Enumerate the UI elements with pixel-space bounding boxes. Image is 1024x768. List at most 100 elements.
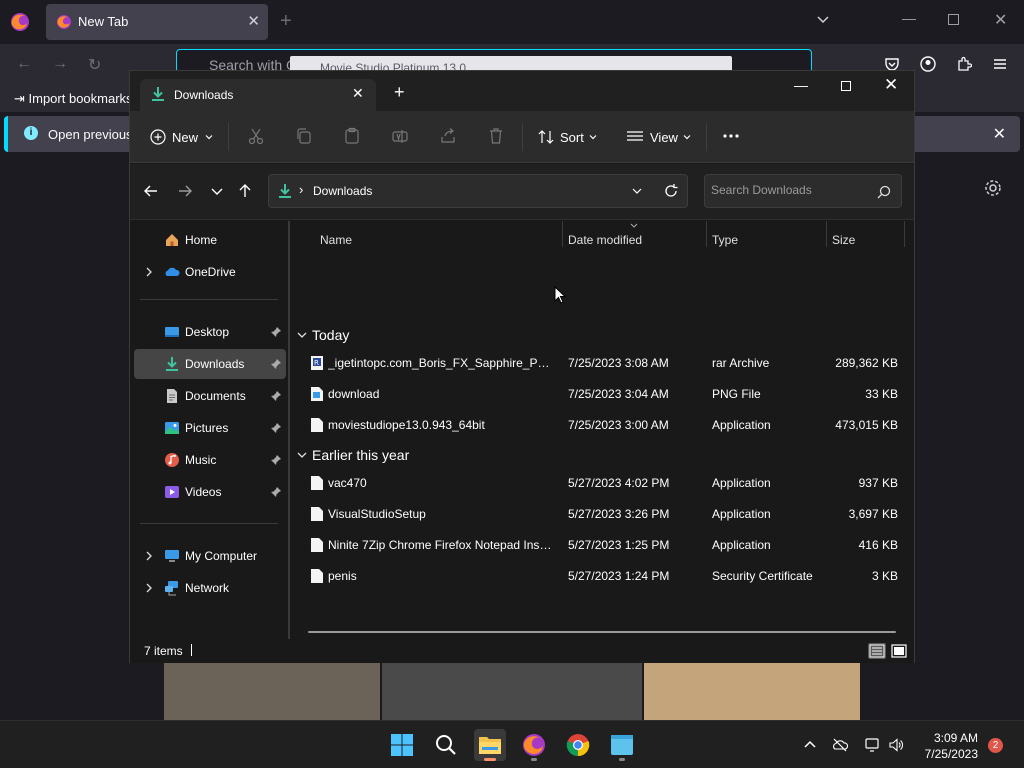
group-header-today[interactable]: Today [296,325,349,345]
chevron-right-icon[interactable] [144,551,154,561]
column-header-date[interactable]: Date modified [568,233,642,247]
column-divider[interactable] [706,221,707,247]
close-tab-icon[interactable]: ✕ [352,85,364,102]
import-bookmarks-link[interactable]: ⇥ Import bookmarks... [14,91,143,107]
maximize-icon[interactable] [841,81,851,91]
chevron-down-icon[interactable] [631,185,643,197]
refresh-icon[interactable] [663,183,679,199]
file-row[interactable]: moviestudiope13.0.943_64bit 7/25/2023 3:… [300,410,904,440]
copy-icon[interactable] [295,127,313,145]
back-icon[interactable]: ← [16,55,32,73]
share-icon[interactable] [439,127,457,145]
menu-icon[interactable] [992,56,1008,72]
browser-restore-icon[interactable] [948,14,959,25]
forward-icon[interactable]: → [52,55,68,73]
more-options-icon[interactable] [722,127,740,145]
explorer-tab-downloads[interactable]: Downloads ✕ [140,79,376,111]
reload-icon[interactable]: ↻ [88,55,101,75]
delete-icon[interactable] [487,127,505,145]
sidebar-item-home[interactable]: Home [134,225,286,255]
address-bar[interactable]: › Downloads [268,174,688,208]
sidebar-item-documents[interactable]: Documents [134,381,286,411]
firefox-logo-icon[interactable] [10,12,30,32]
sidebar-item-videos[interactable]: Videos [134,477,286,507]
gear-icon[interactable] [983,178,1003,198]
file-row[interactable]: penis 5/27/2023 1:24 PM Security Certifi… [300,561,904,591]
sidebar-item-desktop[interactable]: Desktop [134,317,286,347]
paste-icon[interactable] [343,127,361,145]
search-input[interactable] [711,183,871,197]
forward-icon[interactable] [176,182,194,200]
pin-icon[interactable] [270,390,282,402]
column-header-size[interactable]: Size [832,233,855,247]
column-header-type[interactable]: Type [712,233,738,247]
back-icon[interactable] [142,182,160,200]
cloud-off-icon[interactable] [832,737,848,753]
browser-minimize-icon[interactable]: — [902,10,916,26]
clock-time[interactable]: 3:09 AM [932,731,978,745]
browser-tab-new-tab[interactable]: New Tab ✕ [46,4,268,40]
notification-badge[interactable]: 2 [988,738,1003,753]
view-button[interactable]: View [626,125,698,149]
sidebar-item-music[interactable]: Music [134,445,286,475]
column-divider[interactable] [562,221,563,247]
new-tab-icon[interactable]: + [394,83,405,101]
file-row[interactable]: Ninite 7Zip Chrome Firefox Notepad Inst.… [300,530,904,560]
browser-close-icon[interactable]: ✕ [994,10,1007,30]
new-button[interactable]: New [150,125,220,149]
chevron-right-icon[interactable] [144,267,154,277]
top-site-thumbnail[interactable] [164,662,380,720]
clock-date[interactable]: 7/25/2023 [916,747,978,761]
firefox-app[interactable] [518,729,550,761]
column-header-name[interactable]: Name [320,233,352,247]
close-tab-icon[interactable]: ✕ [247,12,260,30]
top-site-thumbnail[interactable] [382,662,642,720]
file-row[interactable]: R _igetintopc.com_Boris_FX_Sapphire_Plug… [300,348,904,378]
chevron-down-icon[interactable] [816,12,830,26]
sidebar-item-downloads[interactable]: Downloads [134,349,286,379]
column-divider[interactable] [904,221,905,247]
file-explorer-app[interactable] [474,729,506,761]
sort-button[interactable]: Sort [538,125,604,149]
start-button[interactable] [386,729,418,761]
tiles-view-icon[interactable] [890,643,908,659]
close-infobar-icon[interactable]: ✕ [993,124,1006,144]
search-box[interactable] [704,174,902,208]
group-header-earlier-this-year[interactable]: Earlier this year [296,445,409,465]
sidebar-item-onedrive[interactable]: OneDrive [134,257,286,287]
pin-icon[interactable] [270,422,282,434]
pin-icon[interactable] [270,326,282,338]
column-divider[interactable] [826,221,827,247]
search-icon[interactable] [877,185,891,199]
new-tab-icon[interactable]: + [280,10,292,33]
file-row[interactable]: download 7/25/2023 3:04 AM PNG File 33 K… [300,379,904,409]
sidebar-item-pictures[interactable]: Pictures [134,413,286,443]
horizontal-scrollbar[interactable] [308,631,896,633]
chevron-right-icon[interactable] [144,583,154,593]
top-site-thumbnail[interactable] [644,662,860,720]
sidebar-item-network[interactable]: Network [134,573,286,603]
close-window-icon[interactable]: ✕ [884,75,898,95]
chrome-app[interactable] [562,729,594,761]
details-view-icon[interactable] [868,643,886,659]
cut-icon[interactable] [247,127,265,145]
pin-icon[interactable] [270,358,282,370]
extensions-icon[interactable] [956,56,972,72]
minimize-icon[interactable]: — [794,77,808,93]
blue-window-app[interactable] [606,729,638,761]
search-button[interactable] [430,729,462,761]
rename-icon[interactable] [391,127,409,145]
pin-icon[interactable] [270,454,282,466]
account-icon[interactable] [920,56,936,72]
breadcrumb-chevron-icon[interactable]: › [299,182,303,197]
up-icon[interactable] [236,182,254,200]
file-row[interactable]: VisualStudioSetup 5/27/2023 3:26 PM Appl… [300,499,904,529]
chevron-up-icon[interactable] [802,737,818,753]
file-row[interactable]: vac470 5/27/2023 4:02 PM Application 937… [300,468,904,498]
recent-locations-icon[interactable] [208,182,226,200]
volume-icon[interactable] [888,737,904,753]
network-status-icon[interactable] [864,737,880,753]
sidebar-item-my-computer[interactable]: My Computer [134,541,286,571]
pin-icon[interactable] [270,486,282,498]
breadcrumb-downloads[interactable]: Downloads [313,184,372,198]
